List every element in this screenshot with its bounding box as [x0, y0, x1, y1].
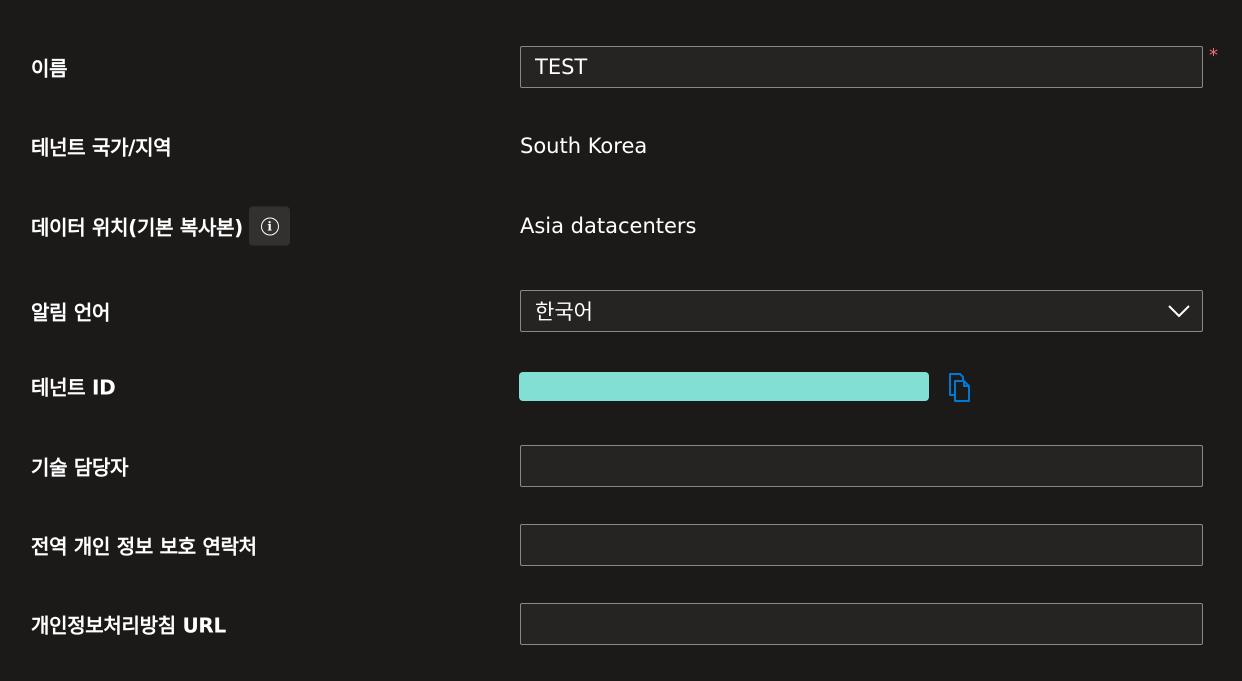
data-location-label: 데이터 위치(기본 복사본) i [31, 206, 291, 246]
name-label: 이름 [31, 56, 68, 81]
data-location-row: 데이터 위치(기본 복사본) i Asia datacenters [0, 204, 1242, 248]
tenant-id-label: 테넌트 ID [31, 375, 116, 400]
notification-language-selected: 한국어 [535, 300, 593, 324]
technical-contact-input[interactable] [520, 445, 1203, 487]
data-location-value: Asia datacenters [520, 214, 697, 238]
name-row: 이름 * [0, 45, 1242, 89]
data-location-info-button[interactable]: i [249, 206, 291, 246]
name-input[interactable] [520, 46, 1203, 88]
tenant-country-value: South Korea [520, 134, 648, 158]
required-indicator: * [1209, 45, 1218, 66]
tenant-id-value-masked [519, 372, 929, 401]
global-privacy-contact-input[interactable] [520, 524, 1203, 566]
privacy-statement-url-label: 개인정보처리방침 URL [31, 613, 226, 638]
chevron-down-icon [1168, 305, 1190, 318]
notification-language-dropdown[interactable]: 한국어 [520, 290, 1203, 332]
tenant-id-row: 테넌트 ID [0, 364, 1242, 408]
privacy-statement-url-row: 개인정보처리방침 URL [0, 602, 1242, 646]
technical-contact-label: 기술 담당자 [31, 455, 129, 480]
info-icon: i [260, 217, 279, 235]
technical-contact-row: 기술 담당자 [0, 444, 1242, 488]
privacy-statement-url-input[interactable] [520, 603, 1203, 645]
tenant-country-row: 테넌트 국가/지역 South Korea [0, 124, 1242, 168]
tenant-country-label: 테넌트 국가/지역 [31, 135, 172, 160]
notification-language-row: 알림 언어 한국어 [0, 289, 1242, 333]
global-privacy-contact-row: 전역 개인 정보 보호 연락처 [0, 523, 1242, 567]
global-privacy-contact-label: 전역 개인 정보 보호 연락처 [31, 534, 257, 559]
copy-icon[interactable] [944, 371, 976, 403]
notification-language-label: 알림 언어 [31, 300, 111, 325]
